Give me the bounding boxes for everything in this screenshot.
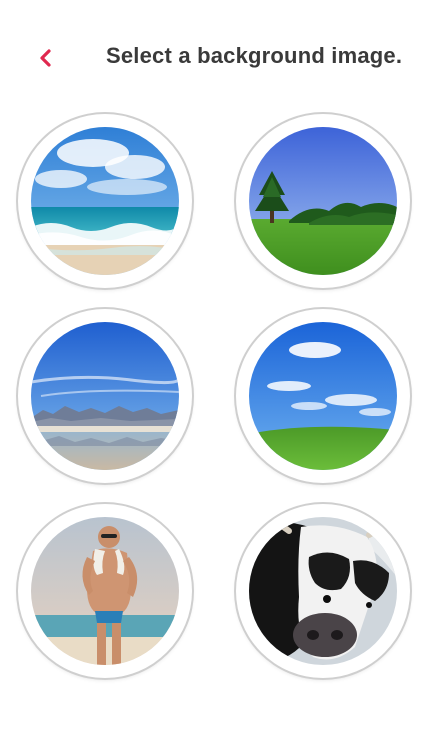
mountain-lake-image [31,322,179,470]
beach-waves-image [31,127,179,275]
background-picker-screen: Select a background image. [0,0,426,756]
cow-face-image [249,517,397,665]
man-on-beach-image [31,517,179,665]
background-option-beach[interactable] [18,114,192,288]
background-grid [0,0,426,756]
blue-sky-green-hill-image [249,322,397,470]
background-option-mountain-lake[interactable] [18,309,192,483]
background-option-man-beach[interactable] [18,504,192,678]
background-option-cow[interactable] [236,504,410,678]
background-option-meadow[interactable] [236,114,410,288]
tree-on-meadow-image [249,127,397,275]
background-option-sky-hill[interactable] [236,309,410,483]
